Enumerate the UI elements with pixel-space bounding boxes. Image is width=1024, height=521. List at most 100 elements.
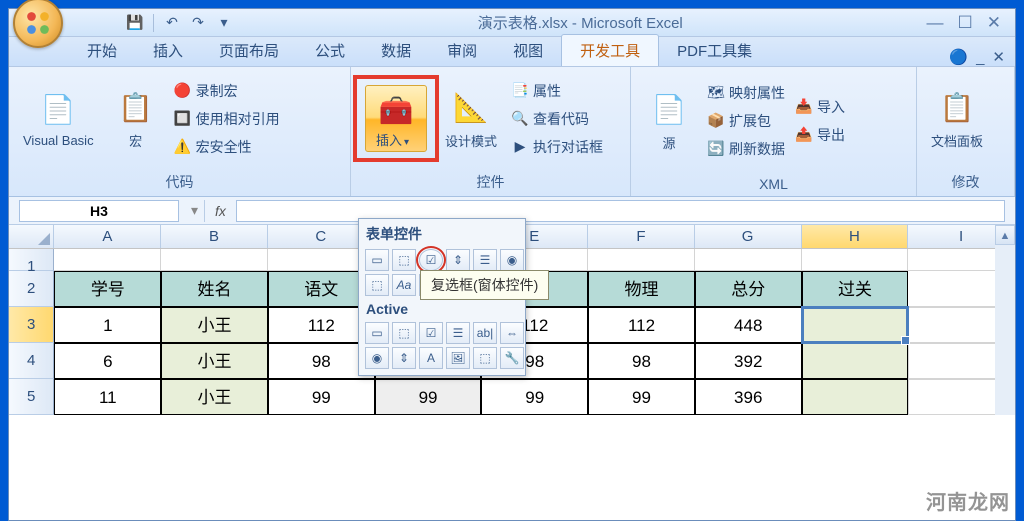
col-header-B[interactable]: B bbox=[161, 225, 268, 248]
ax-list-icon[interactable]: ☰ bbox=[446, 322, 470, 344]
doc-panel-icon: 📋 bbox=[937, 87, 977, 127]
macros-button[interactable]: 📋 宏 bbox=[106, 83, 166, 154]
refresh-icon: 🔄 bbox=[707, 140, 725, 158]
ribbon-close-icon[interactable]: ✕ bbox=[992, 48, 1005, 66]
tab-data[interactable]: 数据 bbox=[363, 35, 429, 66]
tooltip: 复选框(窗体控件) bbox=[420, 270, 549, 300]
ax-toggle-icon[interactable]: ⬚ bbox=[473, 347, 497, 369]
minimize-button[interactable]: — bbox=[927, 13, 944, 33]
view-code-icon: 🔍 bbox=[511, 110, 529, 128]
group-controls-label: 控件 bbox=[351, 170, 630, 196]
quick-access-toolbar: 💾 ↶ ↷ ▾ bbox=[125, 13, 234, 33]
properties-button[interactable]: 📑属性 bbox=[509, 79, 605, 103]
relative-ref-button[interactable]: 🔲使用相对引用 bbox=[172, 107, 282, 131]
namebox-dropdown-icon[interactable]: ▾ bbox=[185, 202, 204, 219]
ax-button-icon[interactable]: ▭ bbox=[365, 322, 389, 344]
ax-spin-icon[interactable]: ⇕ bbox=[392, 347, 416, 369]
form-label-icon[interactable]: Aa bbox=[392, 274, 416, 296]
redo-icon[interactable]: ↷ bbox=[188, 13, 208, 33]
import-button[interactable]: 📥导入 bbox=[793, 95, 847, 119]
map-properties-button[interactable]: 🗺映射属性 bbox=[705, 81, 787, 105]
row-header[interactable]: 4 bbox=[9, 343, 54, 379]
row-header[interactable]: 1 bbox=[9, 249, 54, 271]
macro-security-button[interactable]: ⚠️宏安全性 bbox=[172, 135, 282, 159]
expansion-pack-button[interactable]: 📦扩展包 bbox=[705, 109, 787, 133]
form-option-icon[interactable]: ◉ bbox=[500, 249, 524, 271]
ax-text-icon[interactable]: ab| bbox=[473, 322, 497, 344]
ax-label-icon[interactable]: A bbox=[419, 347, 443, 369]
formula-input[interactable] bbox=[236, 200, 1005, 222]
source-icon: 📄 bbox=[649, 89, 689, 129]
tab-review[interactable]: 审阅 bbox=[429, 35, 495, 66]
activex-controls-title: Active bbox=[362, 299, 522, 319]
title-bar: 💾 ↶ ↷ ▾ 演示表格.xlsx - Microsoft Excel — ☐ … bbox=[9, 9, 1015, 37]
form-list-icon[interactable]: ☰ bbox=[473, 249, 497, 271]
col-header-G[interactable]: G bbox=[695, 225, 802, 248]
ax-scroll-icon[interactable]: ⇔ bbox=[500, 322, 524, 344]
export-icon: 📤 bbox=[795, 126, 813, 144]
scroll-up-icon[interactable]: ▲ bbox=[995, 225, 1015, 245]
form-combo-icon[interactable]: ⬚ bbox=[392, 249, 416, 271]
form-checkbox-icon[interactable]: ☑ bbox=[419, 249, 443, 271]
map-props-icon: 🗺 bbox=[707, 84, 725, 102]
insert-controls-button[interactable]: 🧰 插入 bbox=[359, 81, 433, 156]
macros-icon: 📋 bbox=[116, 87, 156, 127]
vertical-scrollbar[interactable]: ▲ bbox=[995, 225, 1015, 415]
maximize-button[interactable]: ☐ bbox=[958, 13, 973, 33]
form-controls-title: 表单控件 bbox=[362, 222, 522, 246]
record-icon: 🔴 bbox=[174, 82, 192, 100]
col-header-F[interactable]: F bbox=[588, 225, 695, 248]
row-header[interactable]: 3 bbox=[9, 307, 54, 343]
save-icon[interactable]: 💾 bbox=[125, 13, 145, 33]
run-dialog-button[interactable]: ▶执行对话框 bbox=[509, 135, 605, 159]
tab-formulas[interactable]: 公式 bbox=[297, 35, 363, 66]
tab-view[interactable]: 视图 bbox=[495, 35, 561, 66]
col-header-H[interactable]: H bbox=[802, 225, 909, 248]
undo-icon[interactable]: ↶ bbox=[162, 13, 182, 33]
relative-ref-icon: 🔲 bbox=[174, 110, 192, 128]
visual-basic-button[interactable]: 📄 Visual Basic bbox=[17, 85, 100, 152]
help-icon[interactable]: 🔵 bbox=[949, 48, 968, 66]
ax-checkbox-icon[interactable]: ☑ bbox=[419, 322, 443, 344]
office-button[interactable] bbox=[13, 0, 63, 48]
form-group-icon[interactable]: ⬚ bbox=[365, 274, 389, 296]
import-icon: 📥 bbox=[795, 98, 813, 116]
qat-dropdown-icon[interactable]: ▾ bbox=[214, 13, 234, 33]
record-macro-button[interactable]: 🔴录制宏 bbox=[172, 79, 282, 103]
run-dialog-icon: ▶ bbox=[511, 138, 529, 156]
row-header[interactable]: 5 bbox=[9, 379, 54, 415]
ax-option-icon[interactable]: ◉ bbox=[365, 347, 389, 369]
document-panel-button[interactable]: 📋 文档面板 bbox=[925, 83, 989, 154]
table-row: 5 11 小王 99 99 99 99 396 bbox=[9, 379, 1015, 415]
watermark: 河南龙网 bbox=[926, 486, 1010, 515]
ribbon-minimize-icon[interactable]: _ bbox=[976, 49, 984, 66]
ax-more-icon[interactable]: 🔧 bbox=[500, 347, 524, 369]
vb-icon: 📄 bbox=[38, 89, 78, 129]
col-header-A[interactable]: A bbox=[54, 225, 161, 248]
design-mode-icon: 📐 bbox=[451, 87, 491, 127]
tab-pdf[interactable]: PDF工具集 bbox=[659, 35, 770, 66]
group-code-label: 代码 bbox=[9, 170, 350, 196]
tab-insert[interactable]: 插入 bbox=[135, 35, 201, 66]
tab-home[interactable]: 开始 bbox=[69, 35, 135, 66]
export-button[interactable]: 📤导出 bbox=[793, 123, 847, 147]
name-box[interactable]: H3 bbox=[19, 200, 179, 222]
fx-button[interactable]: fx bbox=[205, 203, 236, 219]
view-code-button[interactable]: 🔍查看代码 bbox=[509, 107, 605, 131]
form-spin-icon[interactable]: ⇕ bbox=[446, 249, 470, 271]
tab-developer[interactable]: 开发工具 bbox=[561, 34, 659, 66]
design-mode-button[interactable]: 📐 设计模式 bbox=[439, 83, 503, 154]
row-header[interactable]: 2 bbox=[9, 271, 54, 307]
form-button-icon[interactable]: ▭ bbox=[365, 249, 389, 271]
ribbon-tabs: 开始 插入 页面布局 公式 数据 审阅 视图 开发工具 PDF工具集 🔵 _ ✕ bbox=[9, 37, 1015, 67]
ax-combo-icon[interactable]: ⬚ bbox=[392, 322, 416, 344]
close-button[interactable]: ✕ bbox=[987, 13, 1001, 33]
tab-page-layout[interactable]: 页面布局 bbox=[201, 35, 297, 66]
xml-source-button[interactable]: 📄 源 bbox=[639, 85, 699, 156]
ax-image-icon[interactable]: 🖼 bbox=[446, 347, 470, 369]
refresh-data-button[interactable]: 🔄刷新数据 bbox=[705, 137, 787, 161]
properties-icon: 📑 bbox=[511, 82, 529, 100]
active-cell[interactable] bbox=[802, 307, 909, 343]
group-modify-label: 修改 bbox=[917, 170, 1014, 196]
select-all-corner[interactable] bbox=[9, 225, 54, 248]
